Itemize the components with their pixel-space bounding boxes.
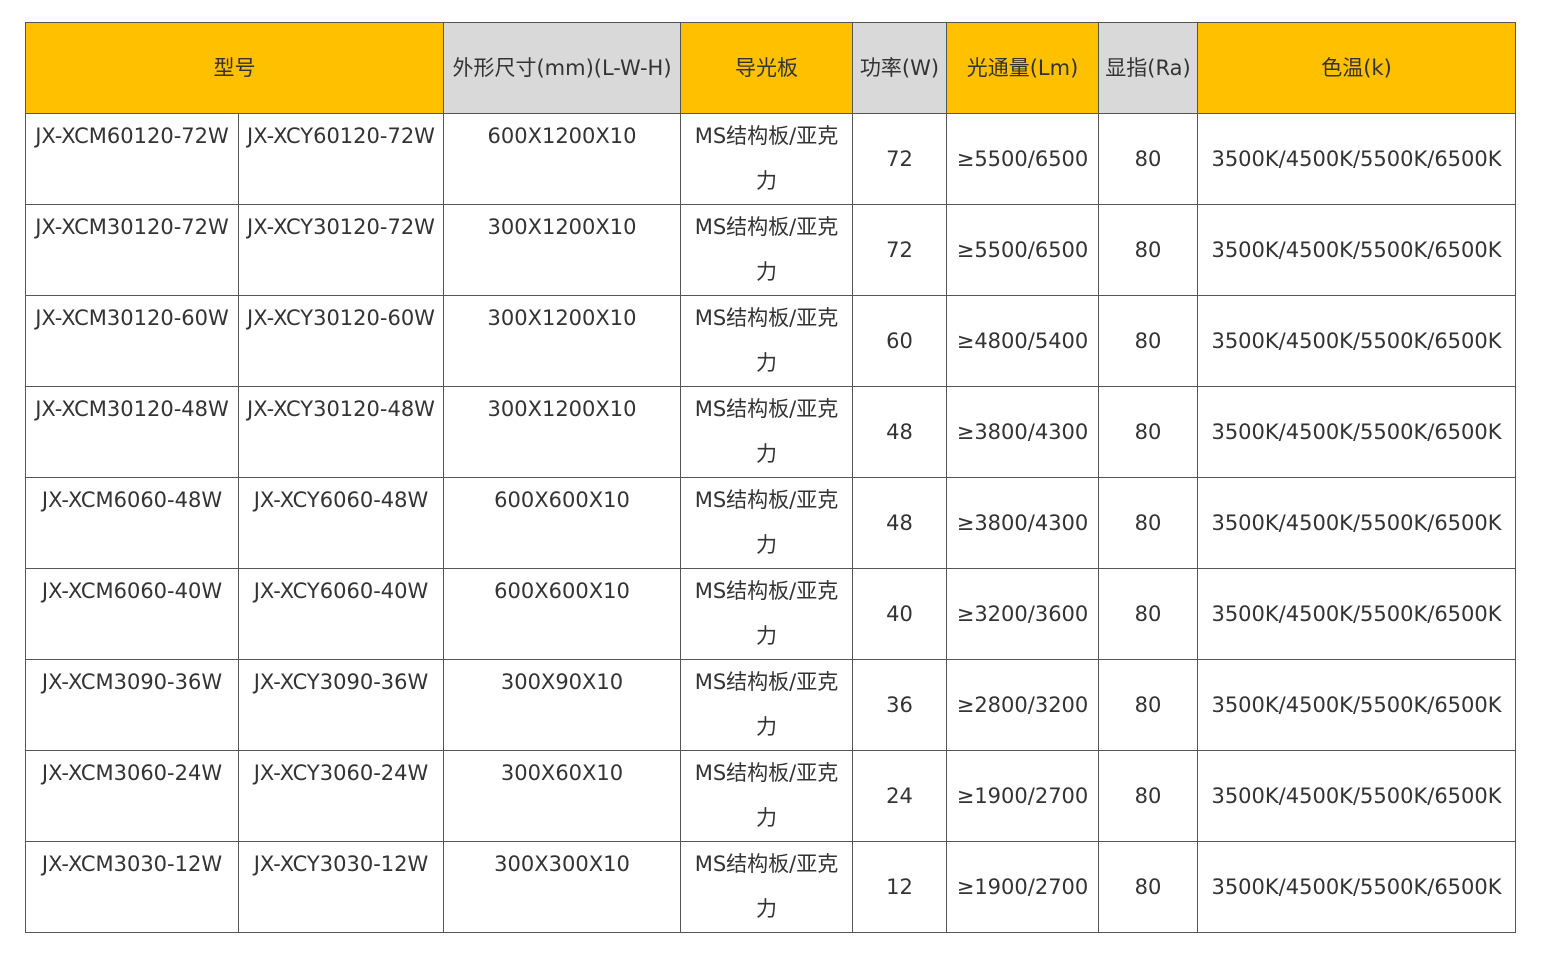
table-row: JX-XCM60120-72W JX-XCY60120-72W 600X1200…	[25, 113, 1516, 205]
light-guide-cell: MS结构板/亚克力	[680, 204, 853, 296]
model-m-cell: JX-XCM6060-48W	[25, 477, 239, 569]
model-y-cell: JX-XCY60120-72W	[238, 113, 444, 205]
cri-cell: 80	[1098, 386, 1198, 478]
table-row: JX-XCM6060-40W JX-XCY6060-40W 600X600X10…	[25, 568, 1516, 660]
spec-table: 型号 外形尺寸(mm)(L-W-H) 导光板 功率(W) 光通量(Lm) 显指(…	[25, 22, 1516, 933]
color-temp-cell: 3500K/4500K/5500K/6500K	[1197, 113, 1516, 205]
cri-cell: 80	[1098, 568, 1198, 660]
luminous-flux-cell: ≥3800/4300	[946, 386, 1099, 478]
header-power: 功率(W)	[852, 22, 947, 114]
table-body: JX-XCM60120-72W JX-XCY60120-72W 600X1200…	[25, 113, 1516, 933]
model-y-cell: JX-XCY6060-40W	[238, 568, 444, 660]
color-temp-cell: 3500K/4500K/5500K/6500K	[1197, 204, 1516, 296]
color-temp-cell: 3500K/4500K/5500K/6500K	[1197, 750, 1516, 842]
light-guide-cell: MS结构板/亚克力	[680, 386, 853, 478]
light-guide-cell: MS结构板/亚克力	[680, 659, 853, 751]
dimensions-cell: 300X60X10	[443, 750, 681, 842]
model-m-cell: JX-XCM3060-24W	[25, 750, 239, 842]
model-y-cell: JX-XCY30120-48W	[238, 386, 444, 478]
luminous-flux-cell: ≥2800/3200	[946, 659, 1099, 751]
light-guide-cell: MS结构板/亚克力	[680, 113, 853, 205]
cri-cell: 80	[1098, 113, 1198, 205]
luminous-flux-cell: ≥5500/6500	[946, 113, 1099, 205]
light-guide-cell: MS结构板/亚克力	[680, 841, 853, 933]
power-cell: 48	[852, 477, 947, 569]
model-y-cell: JX-XCY3090-36W	[238, 659, 444, 751]
header-cri: 显指(Ra)	[1098, 22, 1198, 114]
model-y-cell: JX-XCY30120-60W	[238, 295, 444, 387]
luminous-flux-cell: ≥1900/2700	[946, 750, 1099, 842]
header-luminous-flux: 光通量(Lm)	[946, 22, 1099, 114]
power-cell: 72	[852, 113, 947, 205]
table-row: JX-XCM3060-24W JX-XCY3060-24W 300X60X10 …	[25, 750, 1516, 842]
dimensions-cell: 600X1200X10	[443, 113, 681, 205]
cri-cell: 80	[1098, 295, 1198, 387]
model-m-cell: JX-XCM30120-60W	[25, 295, 239, 387]
light-guide-cell: MS结构板/亚克力	[680, 477, 853, 569]
luminous-flux-cell: ≥5500/6500	[946, 204, 1099, 296]
light-guide-cell: MS结构板/亚克力	[680, 295, 853, 387]
table-row: JX-XCM30120-72W JX-XCY30120-72W 300X1200…	[25, 204, 1516, 296]
table-row: JX-XCM30120-48W JX-XCY30120-48W 300X1200…	[25, 386, 1516, 478]
header-model: 型号	[25, 22, 444, 114]
table-header-row: 型号 外形尺寸(mm)(L-W-H) 导光板 功率(W) 光通量(Lm) 显指(…	[25, 22, 1516, 114]
table-row: JX-XCM3090-36W JX-XCY3090-36W 300X90X10 …	[25, 659, 1516, 751]
model-m-cell: JX-XCM6060-40W	[25, 568, 239, 660]
model-y-cell: JX-XCY3060-24W	[238, 750, 444, 842]
color-temp-cell: 3500K/4500K/5500K/6500K	[1197, 295, 1516, 387]
color-temp-cell: 3500K/4500K/5500K/6500K	[1197, 477, 1516, 569]
light-guide-cell: MS结构板/亚克力	[680, 568, 853, 660]
color-temp-cell: 3500K/4500K/5500K/6500K	[1197, 841, 1516, 933]
model-m-cell: JX-XCM3090-36W	[25, 659, 239, 751]
power-cell: 48	[852, 386, 947, 478]
spec-table-container: 型号 外形尺寸(mm)(L-W-H) 导光板 功率(W) 光通量(Lm) 显指(…	[25, 22, 1516, 933]
table-row: JX-XCM6060-48W JX-XCY6060-48W 600X600X10…	[25, 477, 1516, 569]
dimensions-cell: 600X600X10	[443, 477, 681, 569]
power-cell: 12	[852, 841, 947, 933]
model-y-cell: JX-XCY6060-48W	[238, 477, 444, 569]
power-cell: 60	[852, 295, 947, 387]
power-cell: 72	[852, 204, 947, 296]
model-m-cell: JX-XCM60120-72W	[25, 113, 239, 205]
dimensions-cell: 300X1200X10	[443, 204, 681, 296]
model-m-cell: JX-XCM30120-72W	[25, 204, 239, 296]
light-guide-cell: MS结构板/亚克力	[680, 750, 853, 842]
dimensions-cell: 600X600X10	[443, 568, 681, 660]
dimensions-cell: 300X300X10	[443, 841, 681, 933]
table-row: JX-XCM3030-12W JX-XCY3030-12W 300X300X10…	[25, 841, 1516, 933]
model-m-cell: JX-XCM3030-12W	[25, 841, 239, 933]
color-temp-cell: 3500K/4500K/5500K/6500K	[1197, 568, 1516, 660]
dimensions-cell: 300X90X10	[443, 659, 681, 751]
luminous-flux-cell: ≥4800/5400	[946, 295, 1099, 387]
luminous-flux-cell: ≥3200/3600	[946, 568, 1099, 660]
power-cell: 40	[852, 568, 947, 660]
cri-cell: 80	[1098, 477, 1198, 569]
header-color-temp: 色温(k)	[1197, 22, 1516, 114]
model-y-cell: JX-XCY30120-72W	[238, 204, 444, 296]
dimensions-cell: 300X1200X10	[443, 386, 681, 478]
color-temp-cell: 3500K/4500K/5500K/6500K	[1197, 659, 1516, 751]
cri-cell: 80	[1098, 750, 1198, 842]
table-row: JX-XCM30120-60W JX-XCY30120-60W 300X1200…	[25, 295, 1516, 387]
power-cell: 36	[852, 659, 947, 751]
color-temp-cell: 3500K/4500K/5500K/6500K	[1197, 386, 1516, 478]
luminous-flux-cell: ≥1900/2700	[946, 841, 1099, 933]
luminous-flux-cell: ≥3800/4300	[946, 477, 1099, 569]
cri-cell: 80	[1098, 659, 1198, 751]
model-m-cell: JX-XCM30120-48W	[25, 386, 239, 478]
header-dimensions: 外形尺寸(mm)(L-W-H)	[443, 22, 681, 114]
cri-cell: 80	[1098, 204, 1198, 296]
power-cell: 24	[852, 750, 947, 842]
header-light-guide: 导光板	[680, 22, 853, 114]
dimensions-cell: 300X1200X10	[443, 295, 681, 387]
cri-cell: 80	[1098, 841, 1198, 933]
model-y-cell: JX-XCY3030-12W	[238, 841, 444, 933]
